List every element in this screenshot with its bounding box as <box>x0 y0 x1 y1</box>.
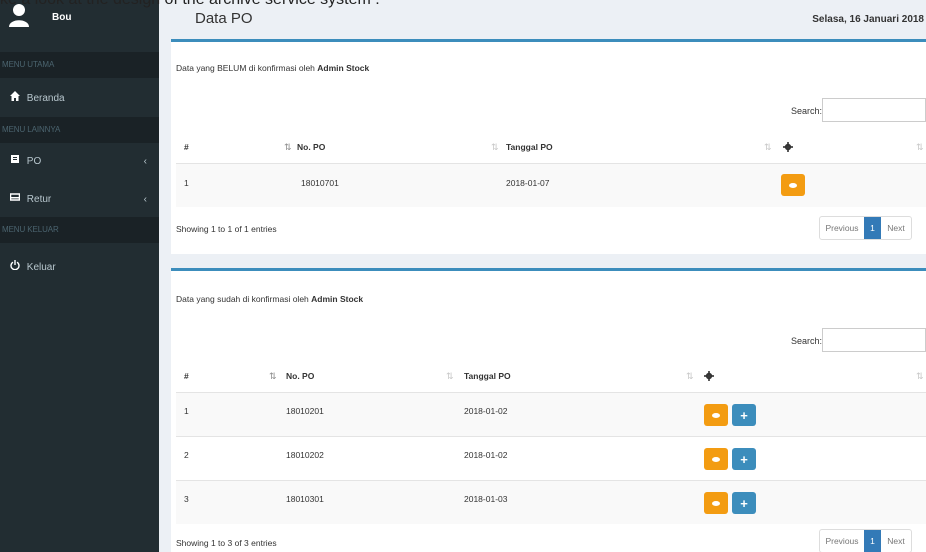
chevron-left-icon: ‹ <box>143 194 147 205</box>
row-number: 1 <box>184 406 189 416</box>
panel-caption: Data yang BELUM di konfirmasi oleh Admin… <box>176 63 370 73</box>
po-number: 18010301 <box>286 494 324 504</box>
column-header-po-date[interactable]: Tanggal PO <box>506 131 553 163</box>
chevron-left-icon: ‹ <box>143 156 147 167</box>
panel-caption: Data yang sudah di konfirmasi oleh Admin… <box>176 294 364 304</box>
po-number: 18010201 <box>286 406 324 416</box>
power-icon <box>10 251 24 285</box>
box-icon <box>9 183 24 217</box>
search-input[interactable] <box>822 328 926 352</box>
add-button[interactable]: + <box>732 492 756 514</box>
sidebar-item-beranda[interactable]: Beranda <box>0 82 159 116</box>
confirmed-po-panel: Data yang sudah di konfirmasi oleh Admin… <box>171 268 926 552</box>
sidebar-item-retur[interactable]: Retur ‹ <box>0 183 159 217</box>
table-row: 2 18010202 2018-01-02 + <box>176 436 926 480</box>
row-number: 1 <box>184 178 189 188</box>
gear-icon <box>704 360 714 392</box>
sidebar-item-keluar[interactable]: Keluar <box>0 251 159 285</box>
po-date: 2018-01-03 <box>464 494 508 504</box>
page-title: Data PO <box>195 10 253 27</box>
next-page-button[interactable]: Next <box>881 530 911 552</box>
plus-icon: + <box>740 407 748 423</box>
search-input[interactable] <box>822 98 926 122</box>
column-header-po-number[interactable]: No. PO <box>286 360 314 392</box>
eye-icon <box>789 182 797 188</box>
plus-icon: + <box>740 451 748 467</box>
nav-header-other: MENU LAINNYA <box>0 117 159 143</box>
po-date: 2018-01-07 <box>506 178 550 188</box>
user-name: Bou <box>52 12 72 23</box>
entries-info: Showing 1 to 3 of 3 entries <box>176 538 277 548</box>
nav-header-main: MENU UTAMA <box>0 52 159 78</box>
entries-info: Showing 1 to 1 of 1 entries <box>176 224 277 234</box>
sort-icon[interactable]: ⇅ <box>491 131 499 163</box>
page-1-button[interactable]: 1 <box>864 217 881 239</box>
view-button[interactable] <box>781 174 805 196</box>
gear-icon <box>783 131 793 163</box>
plus-icon: + <box>740 495 748 511</box>
table-row: 1 18010701 2018-01-07 <box>176 163 926 207</box>
column-header-number[interactable]: # <box>184 360 189 392</box>
sort-icon[interactable]: ⇅ <box>916 131 924 163</box>
table-row: 1 18010201 2018-01-02 + <box>176 392 926 436</box>
column-header-number[interactable]: # <box>184 131 189 163</box>
next-page-button[interactable]: Next <box>881 217 911 239</box>
page-date: Selasa, 16 Januari 2018 <box>812 14 924 25</box>
add-button[interactable]: + <box>732 404 756 426</box>
view-button[interactable] <box>704 404 728 426</box>
view-button[interactable] <box>704 492 728 514</box>
column-header-po-date[interactable]: Tanggal PO <box>464 360 511 392</box>
sidebar-item-label: PO <box>26 156 42 167</box>
search-label: Search: <box>791 336 823 346</box>
po-number: 18010202 <box>286 450 324 460</box>
row-number: 3 <box>184 494 189 504</box>
search-label: Search: <box>791 106 823 116</box>
sidebar-item-label: Retur <box>26 194 52 205</box>
add-button[interactable]: + <box>732 448 756 470</box>
sidebar-item-label: Keluar <box>26 262 56 273</box>
sidebar-item-label: Beranda <box>26 93 65 104</box>
sort-icon[interactable]: ⇅ <box>686 360 694 392</box>
sort-icon[interactable]: ⇅ <box>764 131 772 163</box>
page-caption: ke a look at the design of the archive s… <box>0 0 926 11</box>
nav-header-exit: MENU KELUAR <box>0 217 159 243</box>
sidebar-item-po[interactable]: PO ‹ <box>0 145 159 179</box>
row-number: 2 <box>184 450 189 460</box>
sort-asc-icon[interactable]: ⇅ <box>284 131 292 163</box>
po-date: 2018-01-02 <box>464 450 508 460</box>
column-header-po-number[interactable]: No. PO <box>297 131 325 163</box>
pagination: Previous 1 Next <box>819 216 912 240</box>
sort-icon[interactable]: ⇅ <box>916 360 924 392</box>
table-header-row: # ⇅ No. PO ⇅ Tanggal PO ⇅ ⇅ <box>176 131 926 163</box>
view-button[interactable] <box>704 448 728 470</box>
main-content: Data PO Selasa, 16 Januari 2018 Data yan… <box>159 0 926 552</box>
sort-icon[interactable]: ⇅ <box>446 360 454 392</box>
po-number: 18010701 <box>301 178 339 188</box>
po-date: 2018-01-02 <box>464 406 508 416</box>
previous-page-button[interactable]: Previous <box>820 217 864 239</box>
eye-icon <box>712 500 720 506</box>
table-row: 3 18010301 2018-01-03 + <box>176 480 926 524</box>
file-icon <box>10 145 24 179</box>
eye-icon <box>712 456 720 462</box>
sidebar: Bou MENU UTAMA Beranda MENU LAINNYA PO ‹… <box>0 0 159 552</box>
pagination: Previous 1 Next <box>819 529 912 552</box>
sort-asc-icon[interactable]: ⇅ <box>269 360 277 392</box>
eye-icon <box>712 412 720 418</box>
previous-page-button[interactable]: Previous <box>820 530 864 552</box>
unconfirmed-po-panel: Data yang BELUM di konfirmasi oleh Admin… <box>171 39 926 254</box>
table-header-row: # ⇅ No. PO ⇅ Tanggal PO ⇅ ⇅ <box>176 360 926 392</box>
home-icon <box>10 82 24 116</box>
page-1-button[interactable]: 1 <box>864 530 881 552</box>
